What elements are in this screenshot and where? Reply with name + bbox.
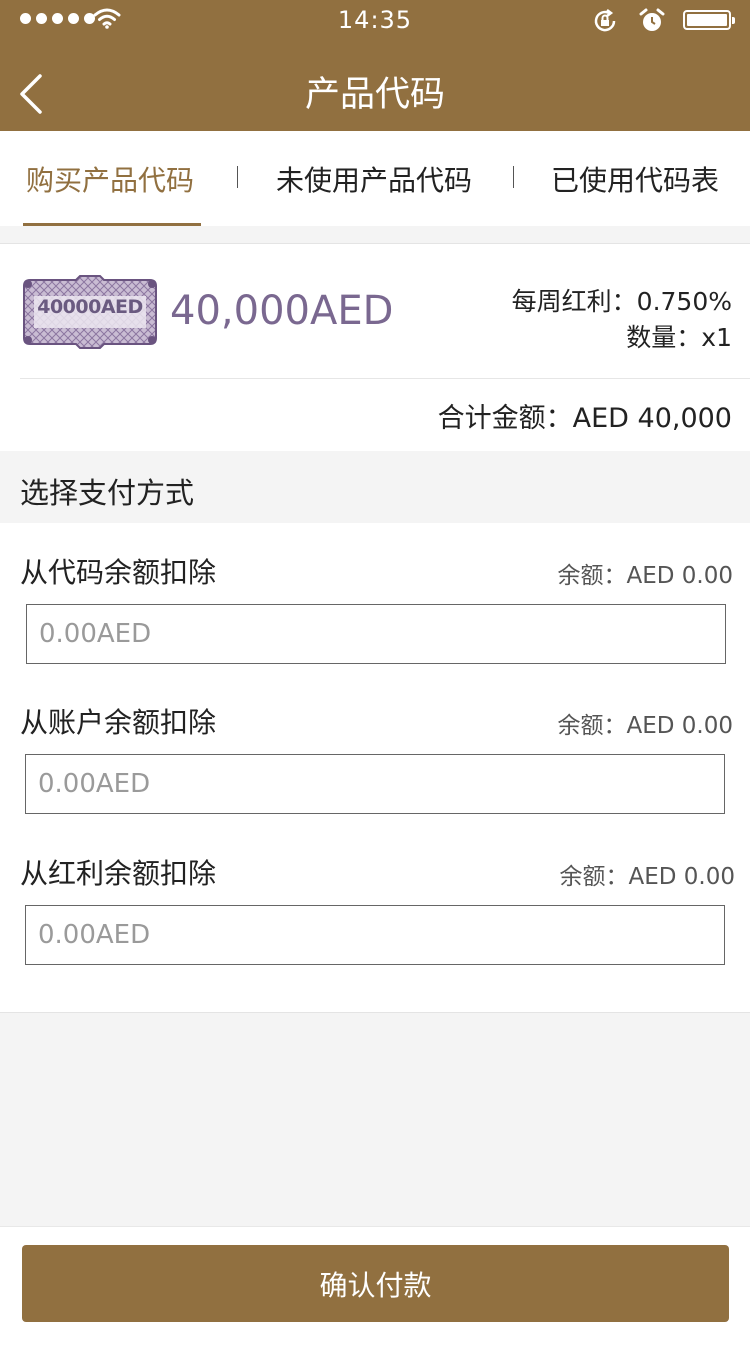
tab-bar: 购买产品代码 未使用产品代码 已使用代码表 [0,131,750,226]
account-balance-input[interactable] [25,754,725,814]
battery-icon [683,10,735,30]
tab-unused-product-code[interactable]: 未使用产品代码 [276,159,472,199]
bonus-balance-label: 从红利余额扣除 [20,857,217,890]
quantity: 数量：x1 [626,323,732,352]
tab-buy-product-code[interactable]: 购买产品代码 [26,159,194,199]
tab-divider [513,166,514,188]
payment-section-title: 选择支付方式 [20,476,195,510]
weekly-bonus: 每周红利：0.750% [511,287,732,316]
rotation-lock-icon [594,9,616,32]
voucher-image: 40000AED [20,274,160,350]
page-title: 产品代码 [304,75,445,115]
account-balance-value: 余额：AED 0.00 [557,713,734,739]
active-tab-indicator [23,223,201,226]
total-amount: 合计金额：AED 40,000 [437,403,732,434]
bottom-bar: 确认付款 [0,1226,750,1348]
code-balance-value: 余额：AED 0.00 [557,563,734,589]
tab-divider [237,166,238,188]
alarm-icon [639,8,665,31]
payment-methods: 从代码余额扣除 余额：AED 0.00 从账户余额扣除 余额：AED 0.00 … [0,523,750,1013]
tab-used-code-list[interactable]: 已使用代码表 [551,159,719,199]
product-amount: 40,000AED [170,288,394,334]
account-balance-label: 从账户余额扣除 [20,706,217,739]
product-card: 40000AED 40,000AED 每周红利：0.750% 数量：x1 合计金… [0,243,750,451]
bonus-balance-input[interactable] [25,905,725,965]
code-balance-label: 从代码余额扣除 [20,556,217,589]
confirm-payment-button[interactable]: 确认付款 [22,1245,729,1322]
bonus-balance-value: 余额：AED 0.00 [559,864,736,890]
status-bar: 14:35 [0,0,750,40]
divider [20,378,750,379]
code-balance-input[interactable] [26,604,726,664]
top-bar: 14:35 产品代码 [0,0,750,131]
voucher-label: 40000AED [37,296,143,318]
